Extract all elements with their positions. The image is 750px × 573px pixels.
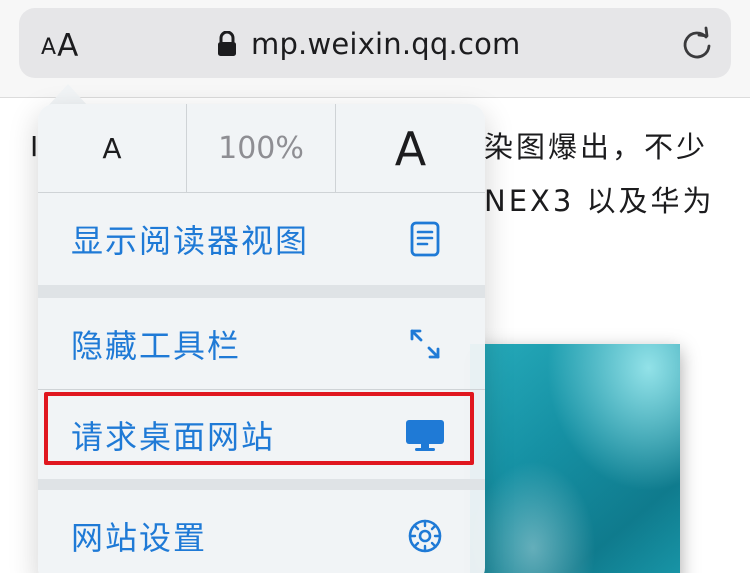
- text-size-large-glyph: A: [57, 28, 79, 64]
- popover-arrow: [48, 84, 88, 106]
- font-size-controls: A 100% A: [38, 104, 485, 193]
- text-size-button[interactable]: A A: [41, 24, 78, 62]
- menu-item-label: 显示阅读器视图: [71, 222, 310, 260]
- zoom-level: 100%: [187, 104, 336, 193]
- expand-arrows-icon: [403, 322, 447, 366]
- website-settings-item[interactable]: 网站设置: [38, 490, 485, 573]
- article-text-line: NEX3 以及华为: [484, 184, 715, 218]
- decrease-font-button[interactable]: A: [38, 104, 187, 193]
- show-reader-view-item[interactable]: 显示阅读器视图: [38, 193, 485, 285]
- text-size-popover: A 100% A 显示阅读器视图 隐藏工具栏 请求桌面网站 网站设置: [38, 104, 485, 573]
- url-text: mp.weixin.qq.com: [251, 27, 521, 61]
- gear-icon: [403, 514, 447, 558]
- address-bar[interactable]: A A mp.weixin.qq.com: [19, 8, 731, 78]
- reload-icon[interactable]: [679, 26, 715, 62]
- menu-separator: [38, 479, 485, 490]
- article-text-line: 染图爆出，不少: [484, 130, 709, 164]
- menu-item-label: 隐藏工具栏: [71, 326, 242, 365]
- lock-icon: [217, 31, 237, 57]
- highlight-box: [44, 392, 474, 465]
- text-size-small-glyph: A: [41, 35, 57, 60]
- menu-item-label: 网站设置: [71, 519, 208, 557]
- browser-toolbar: A A mp.weixin.qq.com: [0, 0, 750, 98]
- menu-separator: [38, 285, 485, 298]
- article-image: [470, 344, 680, 573]
- increase-font-button[interactable]: A: [336, 104, 485, 193]
- reader-view-icon: [403, 217, 447, 261]
- hide-toolbar-item[interactable]: 隐藏工具栏: [38, 298, 485, 390]
- url-display[interactable]: mp.weixin.qq.com: [217, 24, 520, 64]
